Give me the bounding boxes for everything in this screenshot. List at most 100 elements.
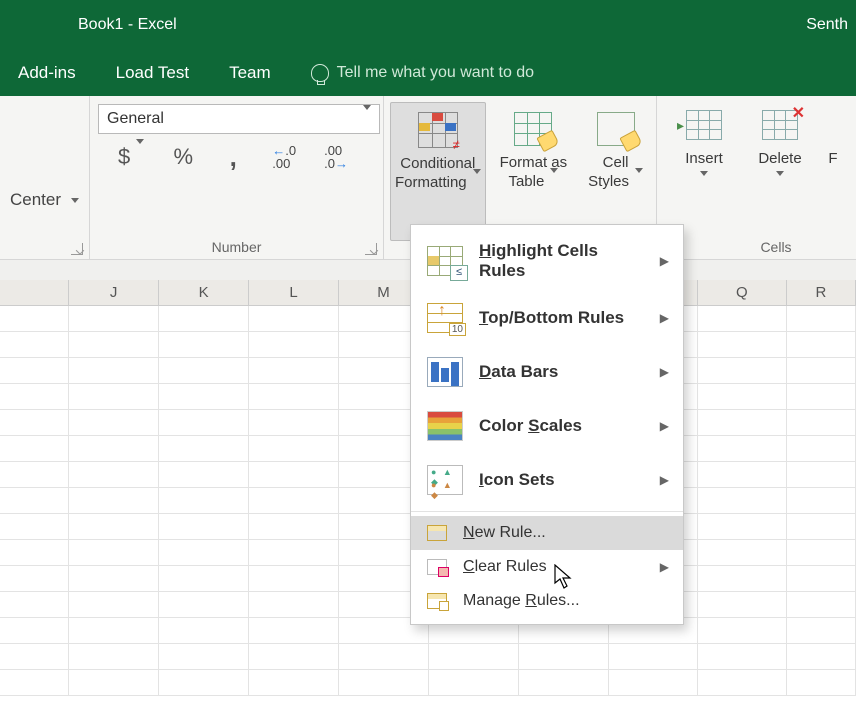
cell[interactable] — [0, 566, 69, 592]
tab-loadtest[interactable]: Load Test — [116, 63, 189, 83]
cell[interactable] — [159, 358, 249, 384]
cell[interactable] — [69, 306, 159, 332]
cell[interactable] — [787, 306, 856, 332]
comma-style-button[interactable]: , — [222, 152, 244, 162]
menu-top-bottom-rules[interactable]: Top/Bottom Rules ▶ — [411, 291, 683, 345]
cell[interactable] — [519, 670, 609, 696]
cell[interactable] — [249, 592, 339, 618]
cell[interactable] — [698, 436, 787, 462]
cell[interactable] — [698, 358, 787, 384]
column-header[interactable]: Q — [698, 280, 787, 305]
cell[interactable] — [159, 306, 249, 332]
cell[interactable] — [0, 462, 69, 488]
cell[interactable] — [698, 644, 787, 670]
cell[interactable] — [519, 644, 609, 670]
table-row[interactable] — [0, 670, 856, 696]
cell[interactable] — [249, 306, 339, 332]
center-button[interactable]: Center — [8, 186, 81, 214]
column-header[interactable]: R — [787, 280, 856, 305]
cell[interactable] — [159, 410, 249, 436]
cell[interactable] — [787, 566, 856, 592]
cell[interactable] — [249, 358, 339, 384]
cell[interactable] — [0, 514, 69, 540]
cell[interactable] — [249, 332, 339, 358]
cell[interactable] — [249, 436, 339, 462]
conditional-formatting-button[interactable]: ≠ Conditional Formatting — [390, 102, 486, 241]
cell[interactable] — [249, 644, 339, 670]
cell[interactable] — [698, 488, 787, 514]
cell[interactable] — [787, 358, 856, 384]
number-group-launcher[interactable] — [365, 243, 377, 255]
cell[interactable] — [609, 670, 698, 696]
increase-decimal-button[interactable]: ←.0 .00 — [272, 144, 296, 170]
menu-icon-sets[interactable]: Icon Sets ▶ — [411, 453, 683, 507]
cell[interactable] — [69, 540, 159, 566]
cell[interactable] — [69, 488, 159, 514]
cell[interactable] — [339, 644, 429, 670]
menu-data-bars[interactable]: Data Bars ▶ — [411, 345, 683, 399]
cell[interactable] — [787, 670, 856, 696]
cell[interactable] — [159, 332, 249, 358]
format-as-table-button[interactable]: Format as Table — [486, 102, 582, 241]
decrease-decimal-button[interactable]: .00 .0→ — [324, 144, 348, 170]
cell[interactable] — [0, 306, 69, 332]
cell[interactable] — [0, 540, 69, 566]
cell[interactable] — [787, 592, 856, 618]
insert-button[interactable]: Insert — [671, 102, 737, 241]
cell[interactable] — [787, 436, 856, 462]
cell[interactable] — [429, 670, 519, 696]
cell[interactable] — [698, 462, 787, 488]
cell[interactable] — [609, 644, 698, 670]
cell[interactable] — [787, 540, 856, 566]
cell[interactable] — [69, 566, 159, 592]
cell[interactable] — [159, 540, 249, 566]
cell[interactable] — [159, 488, 249, 514]
format-button[interactable]: F — [823, 102, 843, 241]
cell[interactable] — [698, 592, 787, 618]
cell[interactable] — [0, 618, 69, 644]
cell[interactable] — [249, 566, 339, 592]
cell[interactable] — [0, 410, 69, 436]
cell[interactable] — [698, 566, 787, 592]
column-header[interactable]: L — [249, 280, 339, 305]
cell[interactable] — [698, 514, 787, 540]
table-row[interactable] — [0, 644, 856, 670]
alignment-group-launcher[interactable] — [71, 243, 83, 255]
cell[interactable] — [159, 566, 249, 592]
cell[interactable] — [69, 462, 159, 488]
cell[interactable] — [249, 514, 339, 540]
cell[interactable] — [0, 670, 69, 696]
cell[interactable] — [249, 618, 339, 644]
cell[interactable] — [787, 384, 856, 410]
menu-highlight-cells-rules[interactable]: Highlight Cells Rules ▶ — [411, 231, 683, 291]
menu-manage-rules[interactable]: Manage Rules... — [411, 584, 683, 618]
column-header[interactable]: J — [69, 280, 159, 305]
number-format-selector[interactable]: General — [98, 104, 380, 134]
cell[interactable] — [339, 670, 429, 696]
cell[interactable] — [69, 384, 159, 410]
cell[interactable] — [69, 436, 159, 462]
cell[interactable] — [0, 488, 69, 514]
cell[interactable] — [159, 436, 249, 462]
delete-button[interactable]: Delete — [747, 102, 813, 241]
column-header[interactable]: K — [159, 280, 249, 305]
cell[interactable] — [0, 358, 69, 384]
cell[interactable] — [69, 514, 159, 540]
cell[interactable] — [698, 540, 787, 566]
cell[interactable] — [787, 332, 856, 358]
cell[interactable] — [159, 592, 249, 618]
cell[interactable] — [787, 462, 856, 488]
cell-styles-button[interactable]: Cell Styles — [581, 102, 650, 241]
cell[interactable] — [249, 410, 339, 436]
cell[interactable] — [159, 384, 249, 410]
cell[interactable] — [249, 488, 339, 514]
cell[interactable] — [249, 462, 339, 488]
cell[interactable] — [249, 540, 339, 566]
cell[interactable] — [698, 670, 787, 696]
cell[interactable] — [787, 514, 856, 540]
cell[interactable] — [787, 488, 856, 514]
cell[interactable] — [159, 644, 249, 670]
cell[interactable] — [69, 358, 159, 384]
cell[interactable] — [159, 670, 249, 696]
menu-color-scales[interactable]: Color Scales ▶ — [411, 399, 683, 453]
